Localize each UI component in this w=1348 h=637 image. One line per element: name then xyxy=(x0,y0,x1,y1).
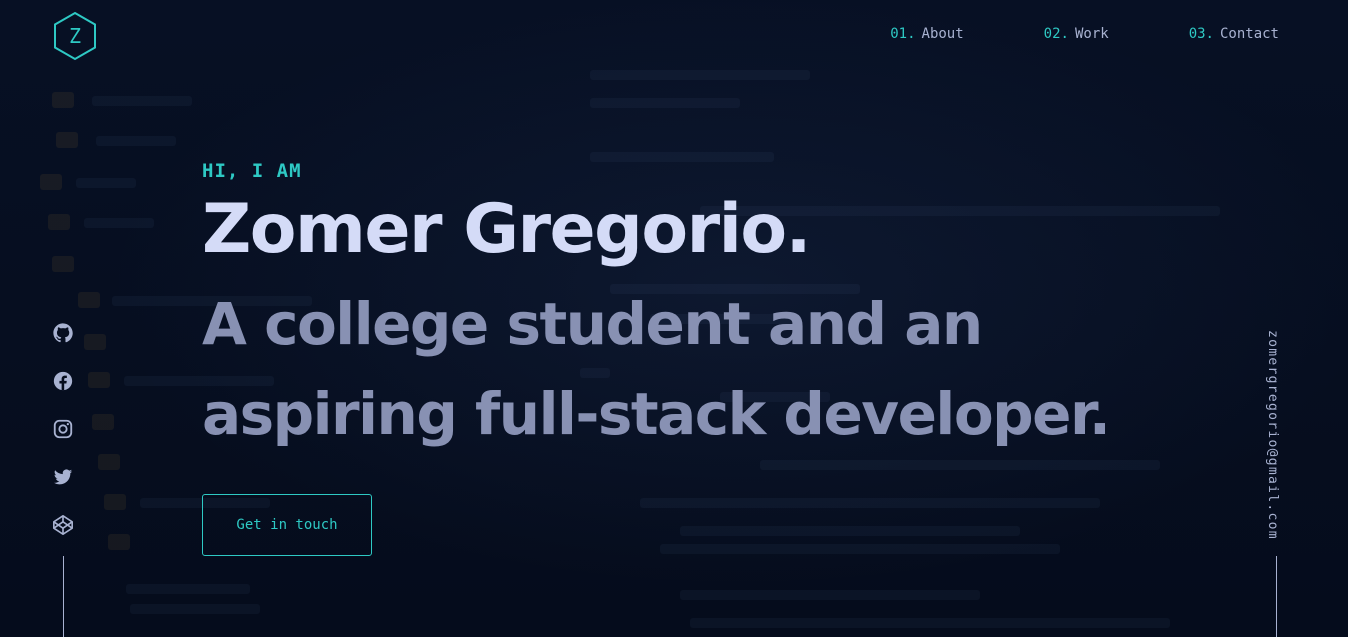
background-folder-icon xyxy=(104,494,126,510)
background-folder-icon xyxy=(40,174,62,190)
hero-greeting: HI, I AM xyxy=(202,160,302,182)
hero-section: HI, I AM Zomer Gregorio. A college stude… xyxy=(202,160,1182,459)
nav-number: 02. xyxy=(1043,26,1069,42)
logo[interactable]: Z xyxy=(52,11,98,61)
right-rail-line xyxy=(1276,556,1277,637)
left-rail-line xyxy=(63,556,64,637)
background-file-row xyxy=(92,96,192,106)
codepen-icon[interactable] xyxy=(52,514,74,536)
github-icon[interactable] xyxy=(52,322,74,344)
email-link[interactable]: zomergregorio@gmail.com xyxy=(1265,330,1280,540)
background-code-line xyxy=(590,70,810,80)
background-code-line xyxy=(590,98,740,108)
main-nav: 01. About 02. Work 03. Contact xyxy=(890,26,1279,42)
background-code-line xyxy=(640,498,1100,508)
background-code-line xyxy=(680,526,1020,536)
nav-item-contact[interactable]: 03. Contact xyxy=(1189,26,1279,42)
nav-item-about[interactable]: 01. About xyxy=(890,26,963,42)
nav-number: 03. xyxy=(1188,26,1214,42)
background-file-row xyxy=(130,604,260,614)
hero-name: Zomer Gregorio. xyxy=(202,190,811,269)
background-code-line xyxy=(690,618,1170,628)
background-file-row xyxy=(76,178,136,188)
instagram-icon[interactable] xyxy=(52,418,74,440)
hero-tagline: A college student and an aspiring full-s… xyxy=(202,290,1111,449)
background-folder-icon xyxy=(52,256,74,272)
background-folder-icon xyxy=(78,292,100,308)
background-code-line xyxy=(660,544,1060,554)
background-folder-icon xyxy=(108,534,130,550)
social-links xyxy=(51,322,75,536)
background-file-icon xyxy=(52,92,74,108)
background-code-line xyxy=(760,460,1160,470)
background-code-line xyxy=(680,590,980,600)
twitter-icon[interactable] xyxy=(52,466,74,488)
background-folder-icon xyxy=(48,214,70,230)
background-file-row xyxy=(84,218,154,228)
nav-label: About xyxy=(921,26,964,42)
get-in-touch-button[interactable]: Get in touch xyxy=(202,494,372,556)
background-folder-icon xyxy=(92,414,114,430)
logo-letter: Z xyxy=(68,24,82,48)
nav-number: 01. xyxy=(890,26,916,42)
background-folder-icon xyxy=(84,334,106,350)
facebook-icon[interactable] xyxy=(52,370,74,392)
nav-label: Work xyxy=(1074,26,1109,42)
background-file-row xyxy=(126,584,250,594)
background-file-row xyxy=(96,136,176,146)
background-file-icon xyxy=(56,132,78,148)
background-folder-icon xyxy=(88,372,110,388)
background-folder-icon xyxy=(98,454,120,470)
nav-label: Contact xyxy=(1219,26,1279,42)
nav-item-work[interactable]: 02. Work xyxy=(1044,26,1109,42)
